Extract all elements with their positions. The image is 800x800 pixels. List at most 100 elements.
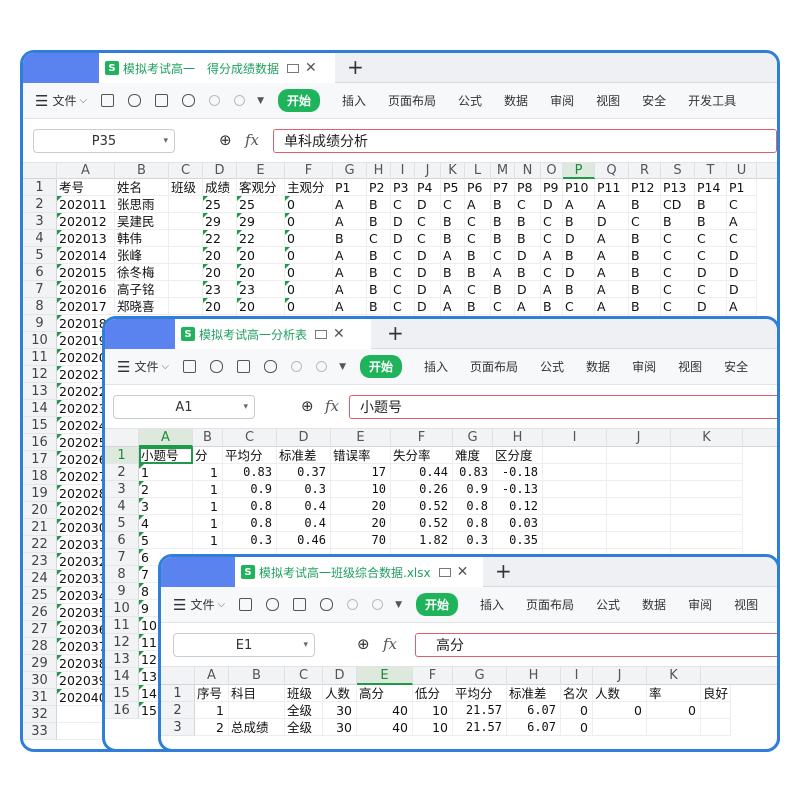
column-header-j[interactable]: J xyxy=(415,163,441,179)
row-header-15[interactable]: 15 xyxy=(105,685,139,702)
table-cell[interactable]: C xyxy=(441,196,465,213)
table-cell[interactable]: D xyxy=(695,298,727,315)
table-cell[interactable] xyxy=(543,498,607,515)
tab-review[interactable]: 审阅 xyxy=(632,358,656,375)
redo-icon[interactable] xyxy=(234,95,246,106)
table-cell[interactable]: C xyxy=(415,213,441,230)
table-cell[interactable]: 6.07 xyxy=(507,719,561,736)
tab-view[interactable]: 视图 xyxy=(678,358,702,375)
column-header-i[interactable]: I xyxy=(391,163,415,179)
table-cell[interactable]: B xyxy=(629,230,661,247)
table-cell[interactable] xyxy=(543,481,607,498)
table-cell[interactable]: A xyxy=(333,281,367,298)
column-header-c[interactable]: C xyxy=(285,667,323,685)
table-cell[interactable]: A xyxy=(541,247,563,264)
column-header-e[interactable]: E xyxy=(331,429,391,447)
select-all-corner[interactable] xyxy=(23,163,57,179)
column-header-j[interactable]: J xyxy=(607,429,671,447)
table-cell[interactable]: 202012 xyxy=(57,213,115,230)
table-cell[interactable]: B xyxy=(661,213,695,230)
table-cell[interactable]: 20 xyxy=(237,264,285,281)
print-preview-icon[interactable] xyxy=(320,598,334,611)
column-header-e[interactable]: E xyxy=(237,163,285,179)
row-header-11[interactable]: 11 xyxy=(105,617,139,634)
table-cell[interactable]: 70 xyxy=(331,532,391,549)
document-tab[interactable]: S 模拟考试高一分析表 ✕ xyxy=(175,319,371,349)
tab-start[interactable]: 开始 xyxy=(359,355,402,378)
table-cell[interactable]: B xyxy=(629,196,661,213)
row-header-7[interactable]: 7 xyxy=(105,549,139,566)
table-cell[interactable]: 20 xyxy=(203,247,237,264)
table-cell[interactable]: B xyxy=(441,264,465,281)
table-cell[interactable]: 0 xyxy=(285,247,333,264)
header-cell[interactable]: P8 xyxy=(515,179,541,196)
table-cell[interactable] xyxy=(543,515,607,532)
table-cell[interactable]: B xyxy=(695,196,727,213)
row-header-16[interactable]: 16 xyxy=(23,434,57,451)
row-header-3[interactable]: 3 xyxy=(23,213,57,230)
table-cell[interactable]: 0.44 xyxy=(391,464,453,481)
table-cell[interactable]: C xyxy=(391,264,415,281)
home-tab[interactable] xyxy=(161,557,235,587)
table-cell[interactable]: 0.35 xyxy=(493,532,543,549)
table-cell[interactable]: B xyxy=(367,247,391,264)
table-cell[interactable]: 0 xyxy=(285,298,333,315)
row-header-29[interactable]: 29 xyxy=(23,655,57,672)
undo-icon[interactable] xyxy=(209,95,221,106)
row-header-30[interactable]: 30 xyxy=(23,672,57,689)
table-cell[interactable]: B xyxy=(465,298,491,315)
cell-grid[interactable]: A B C D E F G H I J K 1 序号 科目 班级 人数 高分 低分 平均分 标准差 名次 人数率良好 2 1 全… xyxy=(161,667,777,749)
row-header-17[interactable]: 17 xyxy=(23,451,57,468)
table-cell[interactable]: B xyxy=(465,264,491,281)
header-cell[interactable]: P13 xyxy=(661,179,695,196)
table-cell[interactable]: B xyxy=(629,247,661,264)
column-header-b[interactable]: B xyxy=(115,163,169,179)
table-cell[interactable]: A xyxy=(441,281,465,298)
tab-data[interactable]: 数据 xyxy=(504,92,528,109)
table-cell[interactable]: 0 xyxy=(647,702,701,719)
column-header-d[interactable]: D xyxy=(323,667,357,685)
row-header-1[interactable]: 1 xyxy=(23,179,57,196)
fx-icon[interactable]: fx xyxy=(325,397,339,415)
column-header-t[interactable]: T xyxy=(695,163,727,179)
home-tab[interactable] xyxy=(23,53,99,83)
row-header-14[interactable]: 14 xyxy=(23,400,57,417)
table-cell[interactable]: 23 xyxy=(237,281,285,298)
row-header-26[interactable]: 26 xyxy=(23,604,57,621)
table-cell[interactable]: 0 xyxy=(561,719,593,736)
column-header-p[interactable]: P xyxy=(563,163,595,179)
table-cell[interactable]: 张峰 xyxy=(115,247,169,264)
header-cell[interactable]: P9 xyxy=(541,179,563,196)
file-menu[interactable]: 文件 xyxy=(134,358,158,375)
column-header-h[interactable]: H xyxy=(507,667,561,685)
zoom-search-icon[interactable]: ⊕ xyxy=(357,635,370,653)
table-cell[interactable]: A xyxy=(333,247,367,264)
table-cell[interactable]: 1 xyxy=(193,532,223,549)
header-cell[interactable] xyxy=(543,447,607,464)
table-cell[interactable]: 20 xyxy=(331,515,391,532)
table-cell[interactable]: C xyxy=(661,264,695,281)
table-cell[interactable]: B xyxy=(491,196,515,213)
table-cell[interactable]: 20 xyxy=(237,298,285,315)
header-cell[interactable]: P5 xyxy=(441,179,465,196)
table-cell[interactable]: 0.4 xyxy=(277,515,331,532)
fx-icon[interactable]: fx xyxy=(383,635,397,653)
column-header-n[interactable]: N xyxy=(515,163,541,179)
row-header-19[interactable]: 19 xyxy=(23,485,57,502)
table-cell[interactable]: 0.83 xyxy=(453,464,493,481)
column-header-i[interactable]: I xyxy=(561,667,593,685)
column-header-a[interactable]: A xyxy=(57,163,115,179)
row-header-20[interactable]: 20 xyxy=(23,502,57,519)
table-cell[interactable]: 10 xyxy=(331,481,391,498)
table-cell[interactable]: 0.8 xyxy=(453,498,493,515)
table-cell[interactable]: B xyxy=(367,264,391,281)
table-cell[interactable]: D xyxy=(515,281,541,298)
table-cell[interactable]: 1 xyxy=(193,481,223,498)
table-cell[interactable]: 总成绩 xyxy=(229,719,285,736)
table-cell[interactable] xyxy=(593,719,647,736)
table-cell[interactable]: A xyxy=(563,196,595,213)
table-cell[interactable]: 全级 xyxy=(285,719,323,736)
document-tab[interactable]: S 模拟考试高一班级综合数据.xlsx ✕ xyxy=(235,557,483,587)
table-cell[interactable]: 0.03 xyxy=(493,515,543,532)
table-cell[interactable] xyxy=(169,264,203,281)
